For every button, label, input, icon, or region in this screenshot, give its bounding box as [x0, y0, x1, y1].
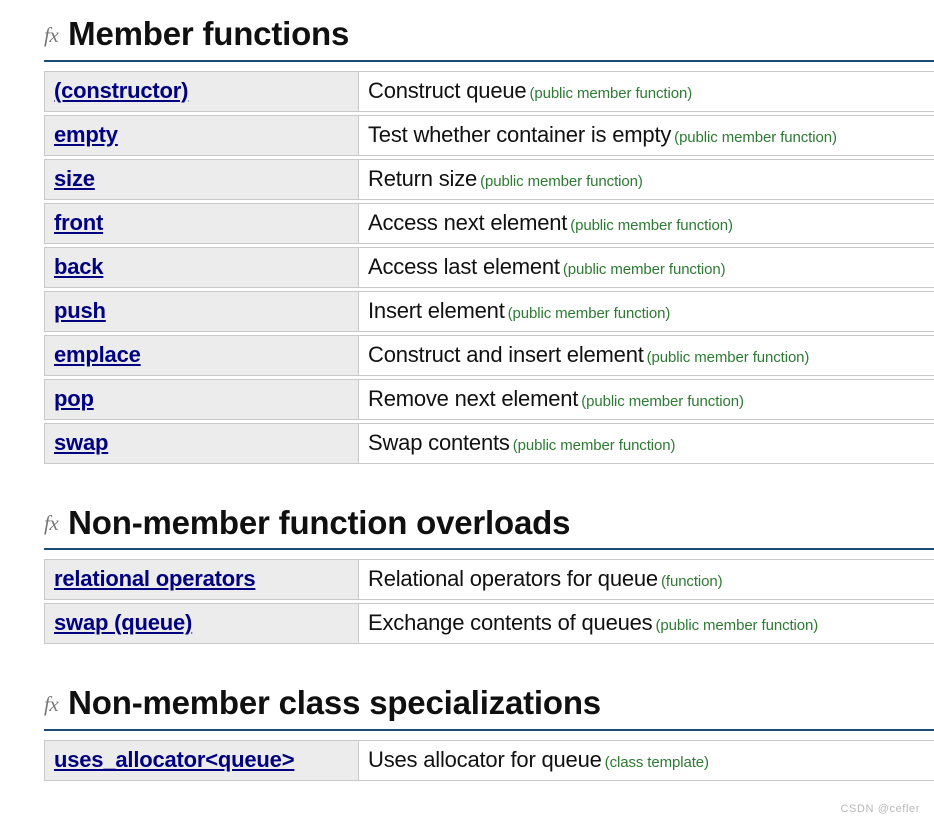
function-description-cell: Construct and insert element (public memb…	[359, 334, 934, 376]
function-description-cell: Construct queue (public member function)	[359, 70, 934, 112]
function-description-cell: Return size (public member function)	[359, 158, 934, 200]
member-functions-table: (constructor) Construct queue (public mem…	[44, 68, 934, 467]
section-non-member-class-specializations: fx Non-member class specializations uses…	[0, 685, 934, 784]
function-link-uses-allocator[interactable]: uses_allocator<queue>	[54, 747, 295, 772]
function-description-cell: Exchange contents of queues (public membe…	[359, 603, 934, 645]
function-name-cell: pop	[44, 378, 359, 420]
top-spacer	[0, 0, 934, 16]
function-kind: (public member function)	[674, 128, 837, 146]
function-name-cell: size	[44, 158, 359, 200]
function-kind: (public member function)	[512, 436, 676, 454]
function-kind: (public member function)	[646, 348, 810, 366]
function-description: Access next element	[368, 209, 568, 235]
function-description-cell: Access last element (public member functi…	[359, 246, 934, 288]
function-description: Construct queue	[368, 77, 527, 103]
function-kind: (public member function)	[480, 172, 643, 190]
table-row: swap (queue) Exchange contents of queues…	[44, 603, 934, 645]
fx-icon: fx	[44, 691, 59, 716]
function-description: Test whether container is empty	[368, 121, 672, 147]
function-name-cell: push	[44, 290, 359, 332]
function-description: Construct and insert element	[368, 341, 644, 367]
function-link-relational-operators[interactable]: relational operators	[54, 566, 256, 591]
function-link-emplace[interactable]: emplace	[54, 342, 141, 367]
fx-icon: fx	[44, 511, 59, 536]
section-title: Member functions	[68, 15, 350, 52]
function-description-cell: Relational operators for queue (function)	[359, 559, 934, 601]
section-title: Non-member function overloads	[68, 503, 571, 541]
function-description: Uses allocator for queue	[368, 746, 602, 772]
section-title: Non-member class specializations	[68, 684, 601, 722]
function-description-cell: Access next element (public member functi…	[359, 202, 934, 244]
function-name-cell: front	[44, 202, 359, 244]
table-row: relational operators Relational operator…	[44, 559, 934, 601]
function-kind: (public member function)	[581, 392, 744, 410]
function-name-cell: back	[44, 246, 359, 288]
function-kind: (public member function)	[655, 617, 819, 635]
section-divider	[44, 59, 934, 62]
table-row: size Return size (public member function)	[44, 158, 934, 200]
function-name-cell: relational operators	[44, 559, 359, 601]
function-link-constructor[interactable]: (constructor)	[54, 78, 188, 103]
function-kind: (public member function)	[529, 84, 693, 102]
non-member-class-specializations-table: uses_allocator<queue> Uses allocator for…	[44, 737, 934, 784]
non-member-function-overloads-table: relational operators Relational operator…	[44, 556, 934, 647]
function-description: Return size	[368, 165, 478, 191]
function-description: Swap contents	[368, 429, 510, 455]
function-description-cell: Swap contents (public member function)	[359, 422, 934, 464]
function-description: Relational operators for queue	[368, 566, 658, 592]
table-row: push Insert element (public member functi…	[44, 290, 934, 332]
function-kind: (public member function)	[570, 216, 733, 234]
function-link-size[interactable]: size	[54, 166, 95, 191]
section-divider	[44, 728, 934, 731]
table-row: (constructor) Construct queue (public mem…	[44, 70, 934, 112]
table-row: front Access next element (public member …	[44, 202, 934, 244]
table-row: back Access last element (public member f…	[44, 246, 934, 288]
section-header: fx Member functions	[44, 16, 934, 56]
function-link-pop[interactable]: pop	[54, 386, 94, 411]
table-row: uses_allocator<queue> Uses allocator for…	[44, 739, 934, 781]
function-description-cell: Test whether container is empty (public m…	[359, 114, 934, 156]
function-description-cell: Remove next element (public member functi…	[359, 378, 934, 420]
section-non-member-function-overloads: fx Non-member function overloads relatio…	[0, 503, 934, 648]
function-name-cell: uses_allocator<queue>	[44, 739, 359, 781]
section-member-functions: fx Member functions (constructor) Constr…	[0, 16, 934, 467]
function-name-cell: (constructor)	[44, 70, 359, 112]
function-name-cell: empty	[44, 114, 359, 156]
function-link-back[interactable]: back	[54, 254, 104, 279]
function-description: Remove next element	[368, 385, 579, 411]
section-header: fx Non-member function overloads	[44, 503, 934, 545]
function-kind: (public member function)	[507, 304, 671, 322]
function-description: Exchange contents of queues	[368, 610, 653, 636]
watermark: CSDN @cefler	[840, 803, 920, 815]
function-link-front[interactable]: front	[54, 210, 103, 235]
function-link-swap-queue[interactable]: swap (queue)	[54, 610, 192, 635]
function-link-push[interactable]: push	[54, 298, 106, 323]
table-row: swap Swap contents (public member functio…	[44, 422, 934, 464]
table-row: emplace Construct and insert element (pub…	[44, 334, 934, 376]
function-description-cell: Insert element (public member function)	[359, 290, 934, 332]
fx-icon: fx	[44, 22, 59, 47]
function-description-cell: Uses allocator for queue (class template)	[359, 739, 934, 781]
function-link-swap[interactable]: swap	[54, 430, 108, 455]
section-divider	[44, 548, 934, 551]
table-row: empty Test whether container is empty (pu…	[44, 114, 934, 156]
function-kind: (public member function)	[562, 260, 726, 278]
page-root: fx Member functions (constructor) Constr…	[0, 0, 934, 823]
table-row: pop Remove next element (public member fu…	[44, 378, 934, 420]
function-description: Access last element	[368, 253, 560, 279]
function-link-empty[interactable]: empty	[54, 122, 118, 147]
function-description: Insert element	[368, 297, 505, 323]
section-header: fx Non-member class specializations	[44, 685, 934, 725]
function-kind: (class template)	[604, 753, 709, 771]
function-name-cell: swap (queue)	[44, 603, 359, 645]
function-name-cell: emplace	[44, 334, 359, 376]
function-name-cell: swap	[44, 422, 359, 464]
function-kind: (function)	[660, 573, 723, 591]
